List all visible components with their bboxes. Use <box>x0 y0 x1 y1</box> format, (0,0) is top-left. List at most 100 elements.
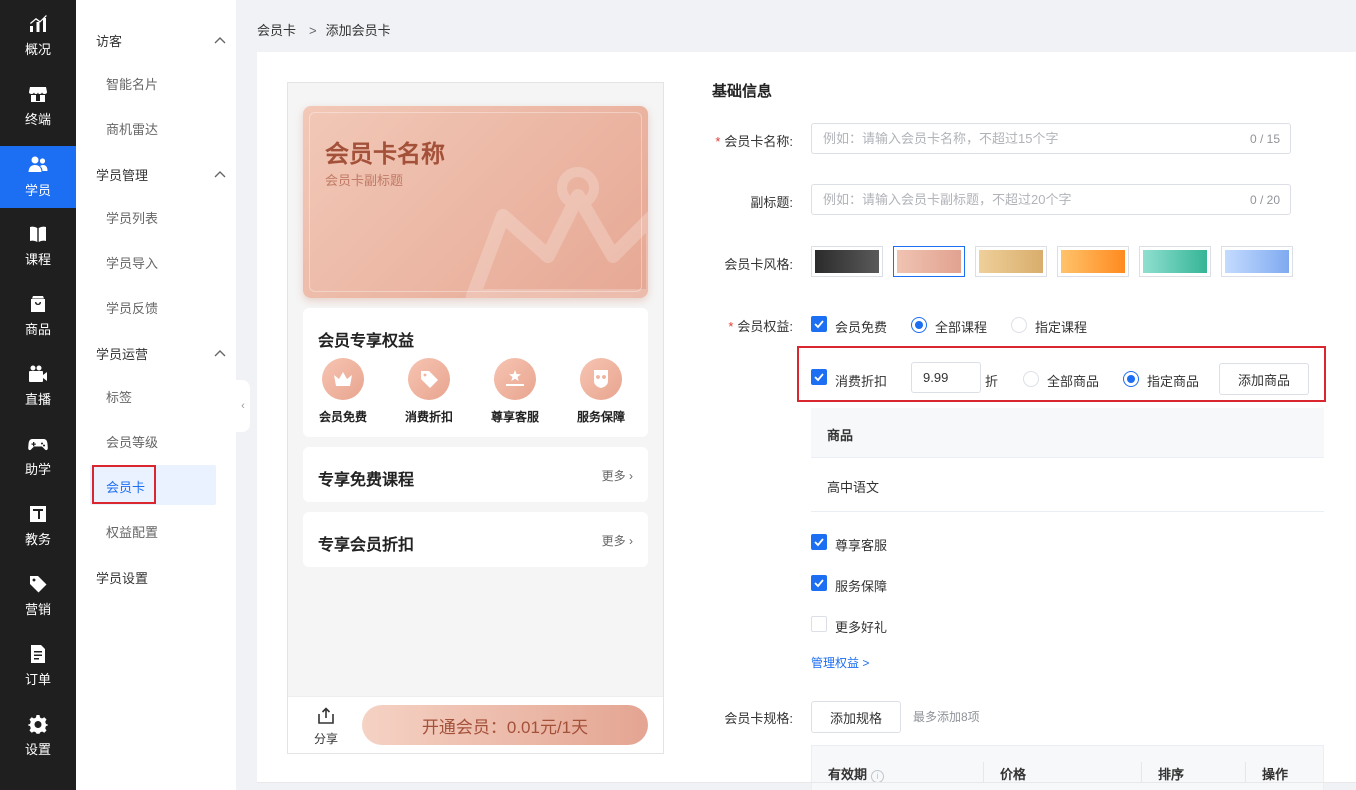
style-swatch-gold[interactable] <box>975 246 1047 277</box>
benefit-label: 会员免费 <box>318 410 367 424</box>
submenu-group-student-ops[interactable]: 学员运营 <box>96 341 226 365</box>
table-row: 高中语文 <box>811 458 1324 512</box>
nav-item-academic[interactable]: 教务 <box>0 495 76 557</box>
video-icon <box>28 364 48 384</box>
free-courses-panel[interactable]: 专享免费课程 更多 › <box>303 447 648 502</box>
manage-rights-link[interactable]: 管理权益 > <box>811 654 869 671</box>
submenu-group-visitor[interactable]: 访客 <box>96 28 226 52</box>
submenu-item-student-import[interactable]: 学员导入 <box>106 253 158 272</box>
bag-icon <box>28 294 48 314</box>
column-divider <box>1141 762 1142 782</box>
submenu-item-business-card[interactable]: 智能名片 <box>106 74 158 93</box>
all-goods-label: 全部商品 <box>1047 374 1100 389</box>
discount-tag-icon <box>408 358 450 400</box>
nav-item-goods[interactable]: 商品 <box>0 285 76 347</box>
subtitle-label: 副标题: <box>750 195 793 210</box>
required-icon: * <box>728 319 734 334</box>
nav-item-live[interactable]: 直播 <box>0 355 76 417</box>
open-membership-button[interactable]: 开通会员：0.01元/1天 <box>362 705 648 745</box>
style-swatch-blue[interactable] <box>1221 246 1293 277</box>
nav-item-settings[interactable]: 设置 <box>0 705 76 767</box>
nav-item-label: 概况 <box>24 42 51 57</box>
goods-column-header: 商品 <box>827 428 854 443</box>
subtitle-field[interactable]: 0 / 20 <box>811 184 1291 215</box>
add-spec-button[interactable]: 添加规格 <box>811 701 901 733</box>
breadcrumb-separator-icon: > <box>309 23 317 38</box>
specified-courses-radio[interactable] <box>1011 317 1027 333</box>
member-discount-panel[interactable]: 专享会员折扣 更多 › <box>303 512 648 567</box>
free-checkbox[interactable] <box>811 316 827 332</box>
submenu-item-rights-config[interactable]: 权益配置 <box>106 522 158 541</box>
spec-hint: 最多添加8项 <box>913 710 980 724</box>
nav-item-overview[interactable]: 概况 <box>0 5 76 67</box>
nav-item-terminal[interactable]: 终端 <box>0 75 76 137</box>
style-swatch-green[interactable] <box>1139 246 1211 277</box>
specified-goods-radio[interactable] <box>1123 371 1139 387</box>
guarantee-checkbox[interactable] <box>811 575 827 591</box>
collapse-sidebar-button[interactable]: ‹ <box>236 380 250 432</box>
column-header-validity: 有效期 i <box>828 764 885 783</box>
all-goods-radio[interactable] <box>1023 371 1039 387</box>
swatch-fill <box>897 250 961 273</box>
style-swatch-rose[interactable] <box>893 246 965 277</box>
all-courses-radio[interactable] <box>911 317 927 333</box>
goods-table-header: 商品 <box>811 408 1324 458</box>
more-link[interactable]: 更多 › <box>602 467 633 484</box>
discount-checkbox[interactable] <box>811 369 827 385</box>
member-card-preview: 会员卡名称 会员卡副标题 <box>303 106 648 298</box>
section-title: 基础信息 <box>712 83 773 100</box>
nav-item-label: 直播 <box>24 392 51 407</box>
nav-item-label: 订单 <box>24 672 51 687</box>
card-name-field[interactable]: 0 / 15 <box>811 123 1291 154</box>
column-header-sort: 排序 <box>1158 767 1185 782</box>
submenu-item-radar[interactable]: 商机雷达 <box>106 119 158 138</box>
breadcrumb-parent[interactable]: 会员卡 <box>257 23 296 38</box>
style-swatch-orange[interactable] <box>1057 246 1129 277</box>
free-label: 会员免费 <box>835 320 888 335</box>
nav-item-orders[interactable]: 订单 <box>0 635 76 697</box>
submenu-group-student-settings[interactable]: 学员设置 <box>96 565 226 589</box>
submenu-group-label: 访客 <box>96 33 123 49</box>
sub-menu: 访客 智能名片 商机雷达 学员管理 学员列表 学员导入 学员反馈 学员运营 标签… <box>76 0 236 790</box>
card-title: 会员卡名称 <box>325 141 445 168</box>
submenu-group-student-mgmt[interactable]: 学员管理 <box>96 162 226 186</box>
swatch-fill <box>1225 250 1289 273</box>
more-link[interactable]: 更多 › <box>602 532 633 549</box>
nav-item-courses[interactable]: 课程 <box>0 215 76 277</box>
nav-item-label: 商品 <box>24 322 51 337</box>
gifts-checkbox[interactable] <box>811 616 827 632</box>
char-count: 0 / 20 <box>1249 193 1280 207</box>
document-icon <box>28 644 48 664</box>
share-icon <box>313 706 339 726</box>
nav-item-label: 助学 <box>24 462 51 477</box>
subtitle-input[interactable] <box>812 185 1212 214</box>
board-icon <box>28 504 48 524</box>
add-goods-button[interactable]: 添加商品 <box>1219 363 1309 395</box>
share-button[interactable]: 分享 <box>313 706 339 747</box>
crown-watermark-icon <box>463 166 648 298</box>
submenu-item-member-card[interactable]: 会员卡 <box>106 477 145 496</box>
submenu-item-tags[interactable]: 标签 <box>106 387 132 406</box>
users-icon <box>28 155 48 175</box>
rights-label: * 会员权益: <box>683 316 793 335</box>
submenu-item-student-feedback[interactable]: 学员反馈 <box>106 298 158 317</box>
submenu-group-label: 学员设置 <box>96 570 149 586</box>
benefits-title: 会员专享权益 <box>318 333 415 350</box>
shield-icon <box>580 358 622 400</box>
style-swatch-dark[interactable] <box>811 246 883 277</box>
name-label: * 会员卡名称: <box>683 131 793 150</box>
nav-item-students[interactable]: 学员 <box>0 146 76 208</box>
vip-crown-icon <box>322 358 364 400</box>
name-label-text: 会员卡名称: <box>724 134 793 149</box>
nav-item-label: 课程 <box>24 252 51 267</box>
nav-item-assist[interactable]: 助学 <box>0 425 76 487</box>
discount-value-input[interactable]: 9.99 <box>911 362 981 393</box>
nav-item-label: 教务 <box>24 532 51 547</box>
column-divider <box>1245 762 1246 782</box>
submenu-item-student-list[interactable]: 学员列表 <box>106 208 158 227</box>
spec-table-header: 有效期 i 价格 排序 操作 <box>811 745 1324 790</box>
service-checkbox[interactable] <box>811 534 827 550</box>
submenu-item-member-level[interactable]: 会员等级 <box>106 432 158 451</box>
card-name-input[interactable] <box>812 124 1212 153</box>
nav-item-marketing[interactable]: 营销 <box>0 565 76 627</box>
